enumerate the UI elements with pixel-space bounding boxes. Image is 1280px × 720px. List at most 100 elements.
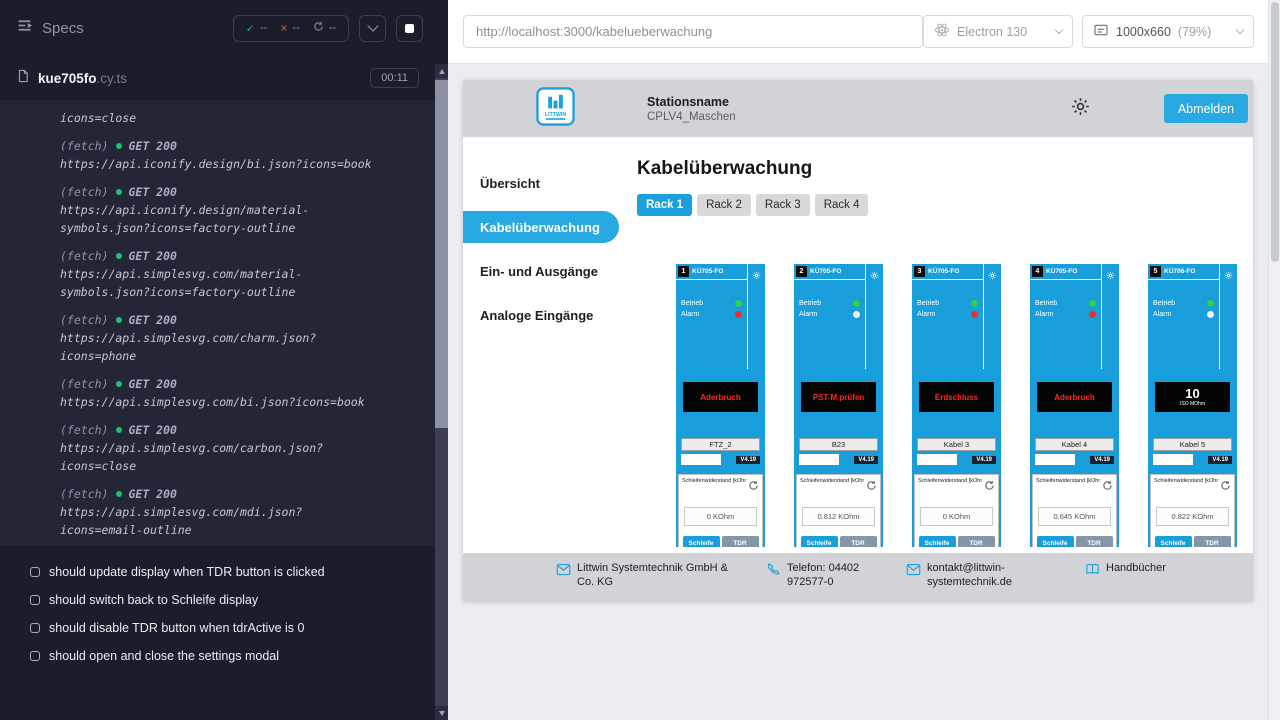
logout-button[interactable]: Abmelden — [1164, 94, 1248, 123]
log-entry[interactable]: icons=close — [0, 104, 435, 132]
version-row: V4.19 — [1035, 454, 1114, 465]
tdr-button[interactable]: TDR — [722, 536, 759, 547]
card-gear-icon[interactable] — [988, 267, 997, 369]
tdr-button[interactable]: TDR — [840, 536, 877, 547]
log-entry[interactable]: (fetch)GET 200 https://api.iconify.desig… — [0, 132, 435, 178]
tab-rack-4[interactable]: Rack 4 — [815, 194, 869, 216]
tab-rack-3[interactable]: Rack 3 — [756, 194, 810, 216]
version-row: V4.19 — [799, 454, 878, 465]
refresh-icon[interactable] — [748, 478, 759, 496]
card-main: 1 KÜ705-FO Betrieb Alarm — [676, 264, 747, 369]
test-item[interactable]: should update display when TDR button is… — [30, 558, 435, 586]
refresh-icon[interactable] — [984, 478, 995, 496]
test-state-icon — [30, 567, 40, 577]
test-item[interactable]: should disable TDR button when tdrActive… — [30, 614, 435, 642]
footer-manuals[interactable]: Handbücher — [1085, 561, 1166, 601]
version-spacer — [917, 454, 957, 465]
betrieb-led — [971, 300, 978, 307]
tdr-button[interactable]: TDR — [1194, 536, 1231, 547]
measurement-value: 0 KOhm — [684, 507, 757, 526]
betrieb-row: Betrieb — [676, 300, 747, 307]
tdr-button[interactable]: TDR — [958, 536, 995, 547]
app-body: Übersicht Kabelüberwachung Ein- und Ausg… — [463, 137, 1253, 553]
sidebar-item-analoge-eingaenge[interactable]: Analoge Eingänge — [463, 293, 619, 337]
device-card: 4 KÜ705-FO Betrieb Alarm A — [1030, 264, 1119, 547]
card-number-badge: 1 — [678, 266, 689, 277]
spec-file-row[interactable]: kue705fo.cy.ts 00:11 — [0, 56, 435, 94]
version-row: V4.19 — [681, 454, 760, 465]
footer-email[interactable]: kontakt@littwin-systemtechnik.de — [906, 561, 1038, 601]
log-status: GET 200 — [128, 249, 176, 263]
tab-rack-1[interactable]: Rack 1 — [637, 194, 692, 216]
test-item[interactable]: should open and close the settings modal — [30, 642, 435, 670]
test-item[interactable]: should switch back to Schleife display — [30, 586, 435, 614]
card-buttons: Schleife TDR — [1154, 536, 1231, 547]
test-state-icon — [30, 623, 40, 633]
tdr-button[interactable]: TDR — [1076, 536, 1113, 547]
card-number-badge: 5 — [1150, 266, 1161, 277]
settings-gear-icon[interactable] — [1070, 96, 1091, 122]
scroll-up-arrow[interactable] — [435, 64, 448, 78]
log-entry[interactable]: (fetch)GET 200 https://api.simplesvg.com… — [0, 416, 435, 480]
station-name: CPLV4_Maschen — [647, 111, 736, 123]
card-gear-icon[interactable] — [870, 267, 879, 369]
stop-run-button[interactable] — [396, 15, 423, 42]
card-gear-icon[interactable] — [1106, 267, 1115, 369]
viewport-select[interactable]: 1000x660 (79%) — [1082, 15, 1254, 48]
refresh-icon[interactable] — [1220, 478, 1231, 496]
test-stats-pill: ✓-- ×-- -- — [233, 15, 349, 42]
browser-select[interactable]: Electron 130 — [923, 15, 1073, 48]
measurement-value: 0.812 KOhm — [802, 507, 875, 526]
log-entry[interactable]: (fetch)GET 200 https://api.simplesvg.com… — [0, 306, 435, 370]
card-buttons: Schleife TDR — [800, 536, 877, 547]
log-entry[interactable]: (fetch)GET 200 https://api.simplesvg.com… — [0, 480, 435, 544]
card-buttons: Schleife TDR — [918, 536, 995, 547]
schleife-button[interactable]: Schleife — [1155, 536, 1192, 547]
browser-toolbar: Electron 130 1000x660 (79%) — [448, 0, 1268, 64]
tab-rack-2[interactable]: Rack 2 — [697, 194, 751, 216]
card-gear-icon[interactable] — [752, 267, 761, 369]
card-gear-icon[interactable] — [1224, 267, 1233, 369]
triangle-down-icon — [439, 711, 445, 716]
schleife-button[interactable]: Schleife — [1037, 536, 1074, 547]
collapse-runs-button[interactable] — [359, 15, 386, 42]
triangle-up-icon — [439, 69, 445, 74]
refresh-icon[interactable] — [866, 478, 877, 496]
sidebar-item-ein-und-ausgaenge[interactable]: Ein- und Ausgänge — [463, 249, 619, 293]
card-side-column — [1101, 264, 1119, 369]
log-status: GET 200 — [128, 139, 176, 153]
runner-scrollbar[interactable] — [435, 0, 448, 720]
log-entry[interactable]: (fetch)GET 200 https://api.simplesvg.com… — [0, 242, 435, 306]
manuals-label: Handbücher — [1106, 561, 1166, 601]
device-card: 3 KÜ705-FO Betrieb Alarm E — [912, 264, 1001, 547]
measurement-panel: Schleifenwiderstand [kOhm] 0.822 KOhm Sc… — [1150, 474, 1235, 547]
measurement-value: 0.822 KOhm — [1156, 507, 1229, 526]
alarm-row: Alarm — [676, 311, 747, 318]
sidebar-item-uebersicht[interactable]: Übersicht — [463, 161, 619, 205]
footer-phone[interactable]: Telefon: 04402 972577-0 — [766, 561, 888, 601]
schleife-button[interactable]: Schleife — [683, 536, 720, 547]
test-title: should open and close the settings modal — [49, 649, 279, 663]
page-title: Kabelüberwachung — [637, 158, 1253, 180]
page-scrollbar[interactable] — [1268, 0, 1280, 720]
test-title: should disable TDR button when tdrActive… — [49, 621, 304, 635]
log-entry[interactable]: (fetch)GET 200 https://api.simplesvg.com… — [0, 370, 435, 416]
scroll-down-arrow[interactable] — [435, 706, 448, 720]
schleife-button[interactable]: Schleife — [919, 536, 956, 547]
specs-title: Specs — [42, 20, 84, 37]
refresh-icon[interactable] — [1102, 478, 1113, 496]
schleife-button[interactable]: Schleife — [801, 536, 838, 547]
station-info: Stationsname CPLV4_Maschen — [647, 95, 736, 123]
specs-menu-icon[interactable] — [16, 17, 33, 39]
log-entry[interactable]: (fetch)GET 200 https://api.iconify.desig… — [0, 178, 435, 242]
scrollbar-thumb[interactable] — [1271, 2, 1279, 262]
device-cards-row: 1 KÜ705-FO Betrieb Alarm A — [637, 264, 1253, 547]
chevron-down-icon — [1055, 26, 1063, 34]
url-input[interactable] — [463, 15, 923, 48]
firmware-version: V4.19 — [854, 456, 878, 464]
footer-company: Littwin Systemtechnik GmbH & Co. KG — [556, 561, 742, 601]
alarm-led — [853, 311, 860, 318]
sidebar-item-kabelueberwachung[interactable]: Kabelüberwachung — [463, 211, 619, 243]
scrollbar-thumb[interactable] — [435, 80, 448, 428]
measurement-header: Schleifenwiderstand [kOhm] — [1036, 478, 1113, 496]
